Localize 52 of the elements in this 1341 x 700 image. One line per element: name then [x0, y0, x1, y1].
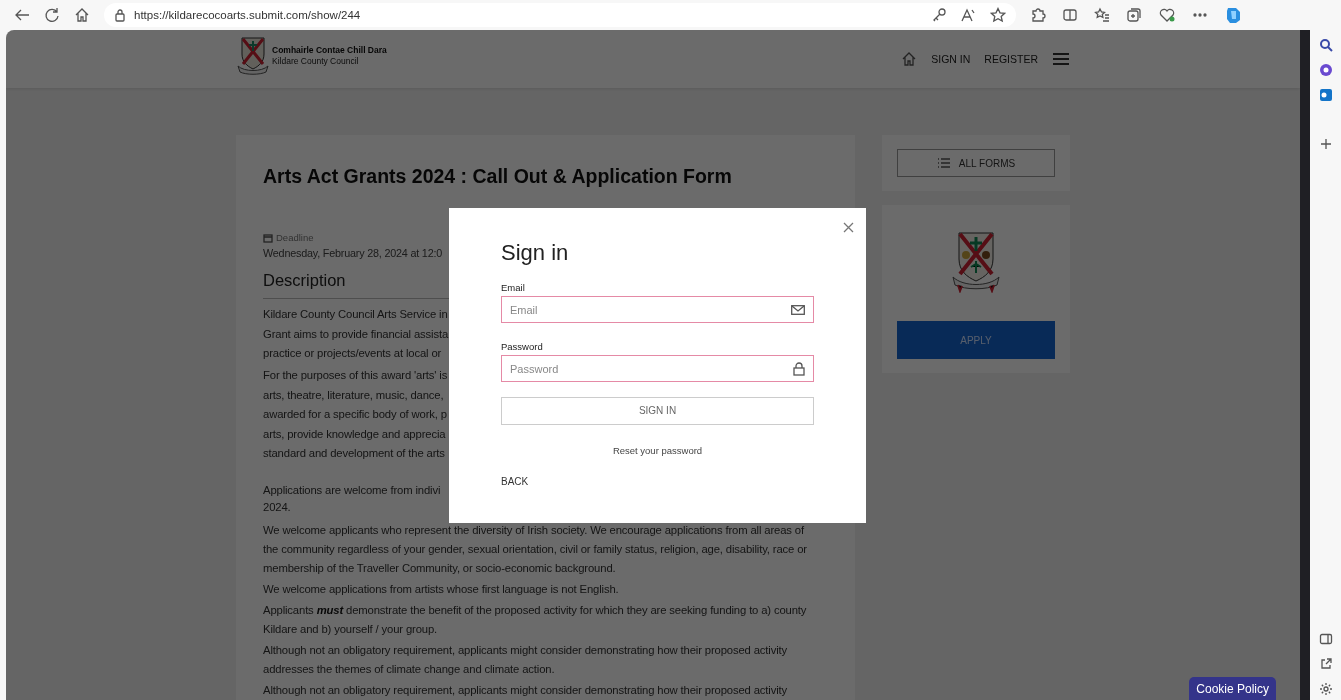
mail-icon	[791, 304, 805, 315]
reset-password-link[interactable]: Reset your password	[612, 444, 703, 456]
sign-in-button[interactable]: SIGN IN	[501, 396, 814, 425]
field-label: Password	[501, 341, 544, 352]
plus-icon[interactable]	[1319, 138, 1332, 150]
form-title: Arts Act Grants 2024 : Call Out & Application Form	[263, 165, 733, 188]
field-label: Email	[501, 282, 526, 293]
paragraph: We welcome applications from artists whose first language is not English.	[263, 581, 619, 597]
back-icon[interactable]	[14, 8, 30, 22]
close-icon	[843, 222, 854, 233]
nav-link[interactable]: SIGN IN	[931, 53, 971, 65]
collections-icon[interactable]	[1126, 7, 1142, 23]
favorites-icon[interactable]	[1094, 7, 1110, 23]
lock-icon	[793, 361, 805, 376]
read-aloud-icon[interactable]	[960, 8, 976, 22]
paragraph: For the purposes of this award 'arts' is arts, theatre, literature, music, dance, awarded for a specific body of work, p arts, provide knowledge and apprecia standard and development of the arts	[263, 368, 448, 461]
paragraph: Although not an obligatory requirement, applicants might consider demonstrating how their proposed activity addresses the themes of climate change and climate action.	[263, 642, 787, 677]
paragraph: Applicants must demonstrate the benefit of the proposed activity for which they are seeking funding to a) county Kildare and b) yourself / your group.	[263, 602, 807, 637]
org-name-irish: Comhairle Contae Chill Dara	[272, 45, 387, 56]
paragraph: We welcome applicants who represent the diversity of Irish society. We encourage applications from all areas of the community regardless of your gender, sexual orientation, civil or family status, religion, age, disability, race or membership of the Traveller Community, or socio-economic background.	[263, 522, 807, 576]
menu-icon[interactable]	[1052, 52, 1070, 66]
dialog-title: Sign in	[501, 240, 570, 266]
favorite-star-icon[interactable]	[990, 7, 1006, 23]
paragraph: Applications are welcome from indivi 2024.	[263, 482, 441, 515]
cookie-policy-button[interactable]: Cookie Policy	[1189, 677, 1276, 700]
home-icon[interactable]	[901, 51, 918, 67]
deadline-date: Wednesday, February 28, 2024 at 12:0	[263, 247, 443, 259]
calendar-icon	[263, 232, 273, 243]
input-field[interactable]: Email	[501, 296, 814, 323]
heart-pulse-icon[interactable]	[1158, 7, 1176, 23]
council-crest-logo[interactable]	[236, 36, 270, 76]
reload-icon[interactable]	[44, 7, 60, 23]
key-icon[interactable]	[932, 8, 946, 22]
org-name: Kildare County Council	[272, 56, 360, 67]
paragraph: Kildare County Council Arts Service in Grant aims to provide financial assista practice or projects/events at local or	[263, 307, 449, 361]
settings-icon[interactable]	[1318, 682, 1333, 696]
input-field[interactable]: Password	[501, 355, 814, 382]
sidebar-panel-icon[interactable]	[1318, 632, 1333, 646]
extension-icon[interactable]	[1030, 7, 1046, 23]
council-crest-logo	[950, 231, 1002, 293]
list-icon	[936, 157, 951, 169]
back-link[interactable]: BACK	[501, 475, 529, 487]
paragraph: Although not an obligatory requirement, applicants might consider demonstrating how their proposed activity	[263, 682, 787, 698]
lock-icon	[114, 8, 126, 22]
search-icon[interactable]	[1318, 38, 1333, 52]
home-icon[interactable]	[74, 7, 90, 23]
close-button[interactable]	[841, 220, 856, 235]
nav-link[interactable]: REGISTER	[984, 53, 1038, 65]
split-screen-icon[interactable]	[1062, 7, 1078, 23]
all-forms-button[interactable]: ALL FORMS	[897, 149, 1055, 177]
external-link-icon[interactable]	[1318, 657, 1333, 671]
swirl-icon[interactable]	[1318, 63, 1333, 77]
